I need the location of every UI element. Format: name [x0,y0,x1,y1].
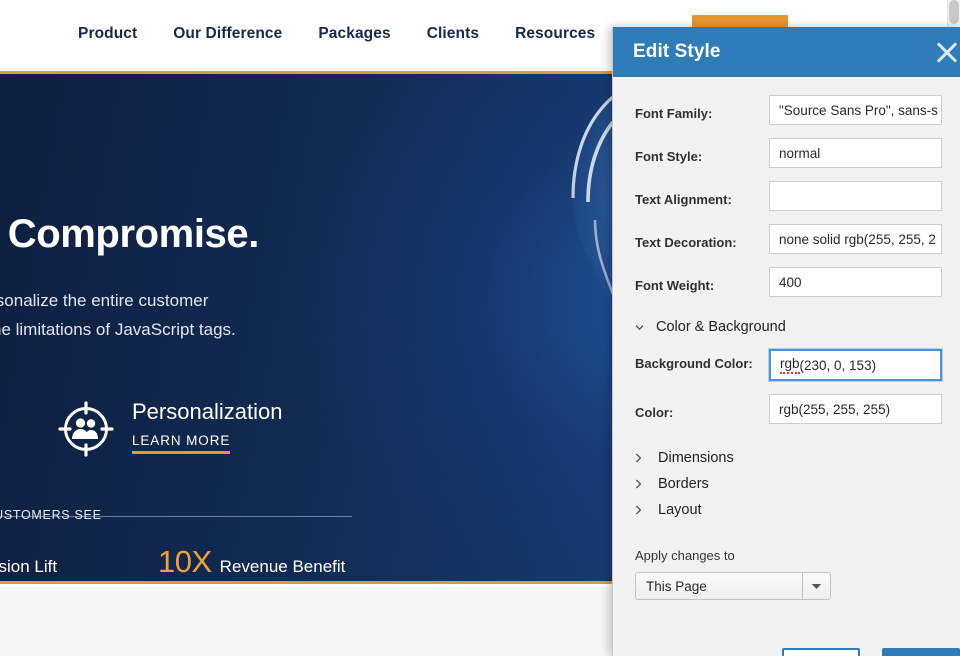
field-text-decoration: Text Decoration: none solid rgb(255, 255… [635,224,942,254]
field-label: Color: [635,404,674,420]
stat-conversion-lift: onversion Lift [0,557,158,577]
hero-heading: hout Compromise. [0,212,259,256]
section-title: Color & Background [656,319,786,335]
field-label: Text Alignment: [635,191,732,207]
field-font-style: Font Style: normal [635,138,942,168]
section-toggle-color-background[interactable]: Color & Background [635,319,942,335]
font-weight-input[interactable]: 400 [769,267,942,297]
edit-style-panel: Edit Style Font Family: "Source Sans Pro… [612,27,960,656]
nav-item-clients[interactable]: Clients [427,25,479,43]
chevron-down-icon[interactable] [802,573,830,599]
save-button[interactable] [882,648,960,656]
chevron-right-icon [635,505,644,515]
browser-scrollbar-thumb[interactable] [949,0,959,24]
section-title: Layout [658,502,702,518]
section-toggle-dimensions[interactable]: Dimensions [635,450,942,466]
cancel-button[interactable] [782,648,860,656]
chevron-right-icon [635,453,644,463]
section-toggle-layout[interactable]: Layout [635,502,942,518]
color-input[interactable]: rgb(255, 255, 255) [769,394,942,424]
font-style-input[interactable]: normal [769,138,942,168]
apply-changes-select[interactable]: This Page [635,572,831,600]
apply-changes-label: Apply changes to [635,548,735,563]
background-color-value-rest: (230, 0, 153) [799,357,877,373]
field-label: Background Color: [635,356,753,371]
hero-feature-block: Personalization LEARN MORE [58,399,282,457]
chevron-right-icon [635,479,644,489]
field-text-alignment: Text Alignment: [635,181,942,211]
nav-item-resources[interactable]: Resources [515,25,595,43]
nav-menu: Product Our Difference Packages Clients … [78,25,643,43]
section-toggle-borders[interactable]: Borders [635,476,942,492]
text-alignment-input[interactable] [769,181,942,211]
hero-subheading: nts, and personalize the entire customer… [0,291,236,339]
field-label: Text Decoration: [635,234,737,250]
field-color: Color: rgb(255, 255, 255) [635,394,942,424]
nav-item-our-difference[interactable]: Our Difference [173,25,282,43]
panel-footer [613,648,960,656]
stat-text: Revenue Benefit [219,557,346,576]
edit-style-panel-header: Edit Style [613,27,960,77]
field-label: Font Weight: [635,277,715,293]
background-color-value-prefix: rgb [780,356,800,374]
apply-changes-selected-value: This Page [646,578,707,594]
background-color-input[interactable]: rgb (230, 0, 153) [769,349,942,381]
nav-item-product[interactable]: Product [78,25,137,43]
close-icon[interactable] [930,35,960,69]
stat-revenue-benefit: 10X Revenue Benefit [158,544,345,580]
section-title: Borders [658,476,709,492]
field-font-family: Font Family: "Source Sans Pro", sans-s [635,95,942,125]
field-label: Font Family: [635,105,713,121]
field-font-weight: Font Weight: 400 [635,267,942,297]
stat-number: 10X [158,544,212,579]
field-background-color: Background Color: rgb (230, 0, 153) [635,349,942,381]
stats-label: AL CUSTOMERS SEE [0,508,102,522]
feature-title: Personalization [132,399,283,424]
learn-more-link[interactable]: LEARN MORE [132,433,231,454]
nav-item-packages[interactable]: Packages [318,25,390,43]
stats-row: onversion Lift 10X Revenue Benefit [0,544,352,580]
section-title: Dimensions [658,450,734,466]
font-family-input[interactable]: "Source Sans Pro", sans-s [769,95,942,125]
collapsed-sections: Dimensions Borders Layout [635,450,942,518]
text-decoration-input[interactable]: none solid rgb(255, 255, 2 [769,224,942,254]
stat-text: onversion Lift [0,557,58,576]
panel-title: Edit Style [633,41,721,62]
personalization-target-icon [58,401,114,457]
edit-style-panel-body: Font Family: "Source Sans Pro", sans-s F… [613,77,960,600]
screen: Product Our Difference Packages Clients … [0,0,960,656]
field-label: Font Style: [635,148,703,164]
chevron-down-icon [635,324,644,331]
